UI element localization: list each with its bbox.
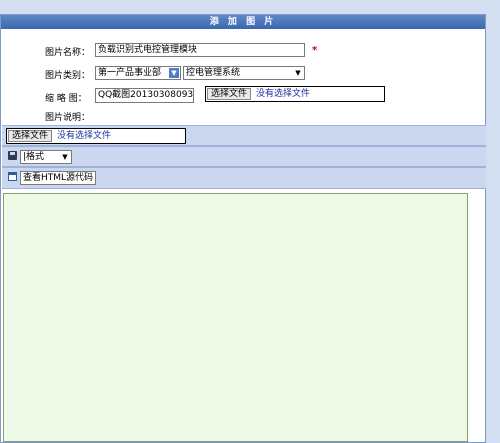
description-label: 图片说明： xyxy=(45,113,91,123)
add-image-panel: 添 加 图 片 图片名称： 负载识别式电控管理模块 * 图片类别： 第一产品事业… xyxy=(0,14,486,443)
editor-no-file-text: 没有选择文件 xyxy=(57,131,112,141)
chevron-down-icon: ▼ xyxy=(169,68,179,78)
category-label: 图片类别： xyxy=(45,71,91,81)
editor-file-picker: 选择文件 没有选择文件 xyxy=(6,128,186,144)
category-primary-select[interactable]: 第一产品事业部 ▼ xyxy=(95,66,181,80)
format-value: |格式 xyxy=(23,152,45,162)
thumbnail-path-input[interactable]: QQ截图201303080933 xyxy=(95,88,194,103)
no-file-text: 没有选择文件 xyxy=(256,89,311,99)
image-name-input[interactable]: 负载识别式电控管理模块 xyxy=(95,43,305,57)
save-icon[interactable] xyxy=(8,151,17,160)
thumbnail-label: 缩 略 图： xyxy=(45,94,87,104)
format-select[interactable]: |格式 ▼ xyxy=(20,150,72,164)
panel-title: 添 加 图 片 xyxy=(1,15,485,29)
source-code-icon xyxy=(8,172,17,181)
chevron-down-icon: ▼ xyxy=(295,69,301,77)
editor-source-bar: 查看HTML源代码 xyxy=(2,167,486,189)
choose-file-button[interactable]: 选择文件 xyxy=(207,88,252,100)
thumbnail-file-picker: 选择文件 没有选择文件 xyxy=(205,86,385,102)
view-source-button[interactable]: 查看HTML源代码 xyxy=(20,171,96,185)
category-secondary-value: 控电管理系统 xyxy=(186,68,241,78)
category-secondary-select[interactable]: 控电管理系统 ▼ xyxy=(183,66,305,80)
editor-content-area[interactable] xyxy=(3,193,468,442)
editor-choose-file-button[interactable]: 选择文件 xyxy=(8,130,53,142)
name-label: 图片名称： xyxy=(45,48,91,58)
editor-upload-bar: 选择文件 没有选择文件 xyxy=(2,125,486,146)
chevron-down-icon: ▼ xyxy=(62,153,68,161)
required-mark: * xyxy=(312,45,318,56)
editor-format-bar: |格式 ▼ xyxy=(2,146,486,167)
category-primary-value: 第一产品事业部 xyxy=(98,68,162,78)
